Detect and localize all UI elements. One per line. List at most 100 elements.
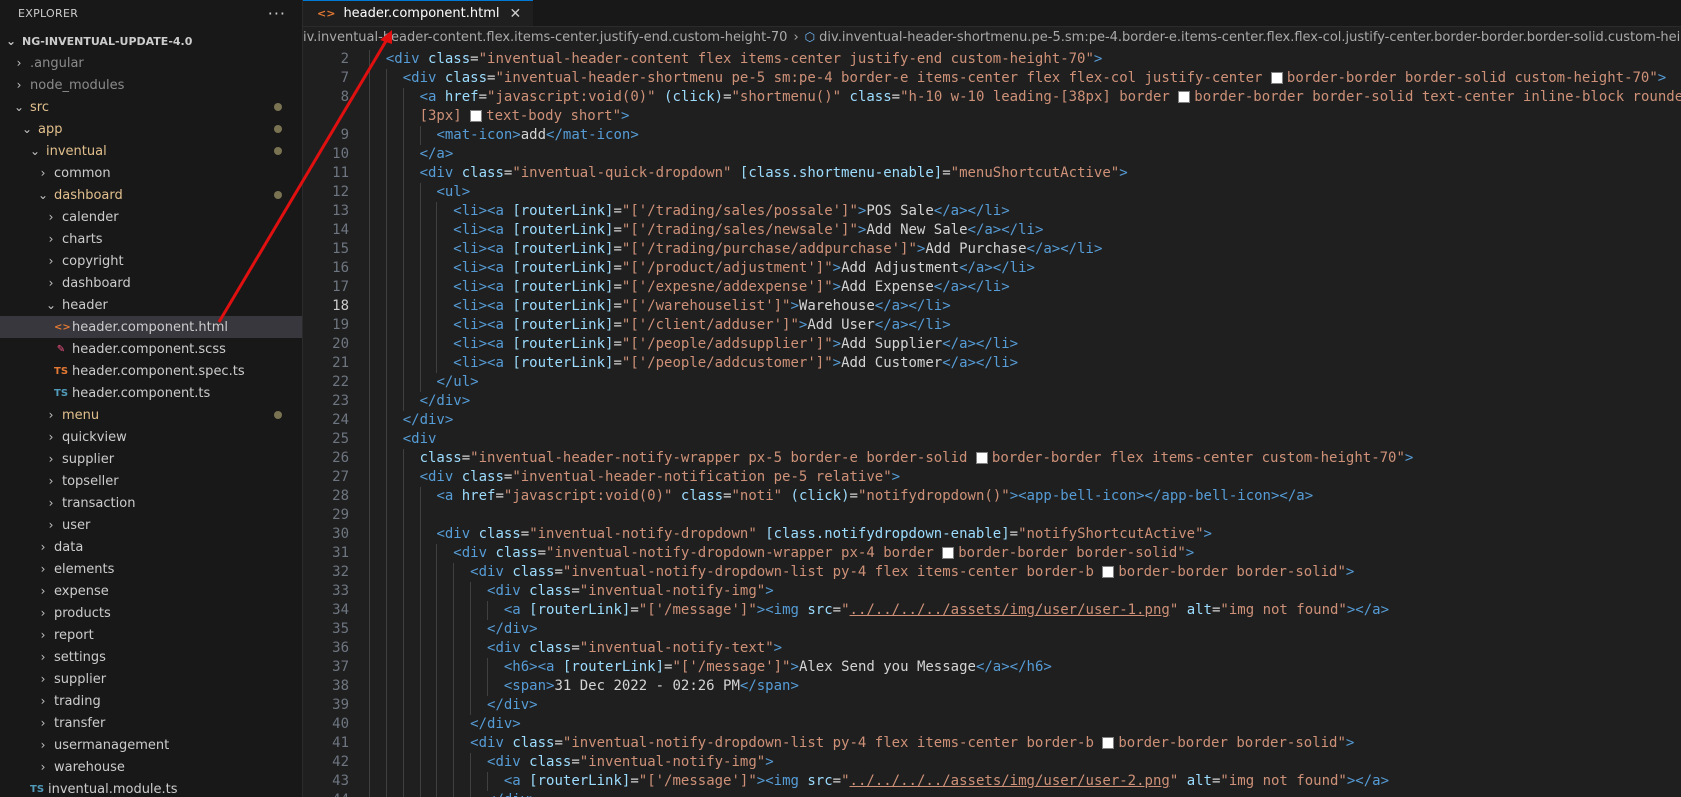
chevron-right-icon[interactable]: ›: [44, 496, 58, 510]
chevron-right-icon[interactable]: ›: [36, 650, 50, 664]
breadcrumb-item[interactable]: div.inventual-header-shortmenu.pe-5.sm:p…: [819, 30, 1681, 45]
chevron-down-icon[interactable]: ⌄: [4, 34, 18, 48]
chevron-right-icon[interactable]: ›: [44, 232, 58, 246]
code-token: >: [765, 754, 774, 770]
tree-folder[interactable]: › calender: [0, 206, 302, 228]
chevron-down-icon[interactable]: ⌄: [20, 122, 34, 136]
chevron-down-icon[interactable]: ⌄: [12, 100, 26, 114]
tree-file[interactable]: TS inventual.module.ts: [0, 778, 302, 797]
code-token: <div: [402, 431, 437, 447]
tree-folder[interactable]: › supplier: [0, 448, 302, 470]
tree-folder[interactable]: ⌄ header: [0, 294, 302, 316]
chevron-down-icon[interactable]: ⌄: [28, 144, 42, 158]
tree-file[interactable]: TS header.component.spec.ts: [0, 360, 302, 382]
chevron-right-icon[interactable]: ›: [36, 628, 50, 642]
tree-folder[interactable]: ⌄ src: [0, 96, 302, 118]
code-token: =: [613, 355, 622, 371]
chevron-right-icon[interactable]: ›: [36, 694, 50, 708]
tree-folder[interactable]: › warehouse: [0, 756, 302, 778]
tree-file[interactable]: ✎ header.component.scss: [0, 338, 302, 360]
tree-folder[interactable]: › dashboard: [0, 272, 302, 294]
code-line: <li><a [routerLink]="['/warehouselist']"…: [369, 297, 951, 316]
tree-folder[interactable]: › elements: [0, 558, 302, 580]
tree-item-label: header: [62, 297, 108, 313]
code-token: src: [807, 773, 833, 789]
tree-item-label: calender: [62, 209, 119, 225]
chevron-right-icon[interactable]: ›: [36, 672, 50, 686]
ellipsis-icon[interactable]: ···: [268, 4, 286, 23]
chevron-right-icon[interactable]: ›: [44, 430, 58, 444]
chevron-right-icon[interactable]: ›: [44, 276, 58, 290]
chevron-right-icon[interactable]: ›: [36, 606, 50, 620]
code-token: border-border border-solid": [1118, 735, 1346, 751]
tree-folder[interactable]: › usermanagement: [0, 734, 302, 756]
tree-folder[interactable]: › topseller: [0, 470, 302, 492]
tree-folder[interactable]: › menu: [0, 404, 302, 426]
chevron-right-icon[interactable]: ›: [36, 166, 50, 180]
tree-folder[interactable]: ⌄ inventual: [0, 140, 302, 162]
chevron-right-icon[interactable]: ›: [44, 518, 58, 532]
tree-file[interactable]: <> header.component.html: [0, 316, 302, 338]
tree-folder[interactable]: › common: [0, 162, 302, 184]
code-token: </a></li>: [942, 355, 1019, 371]
tree-folder[interactable]: › trading: [0, 690, 302, 712]
code-token: =: [554, 564, 563, 580]
code-token: </a></li>: [874, 298, 951, 314]
tree-folder[interactable]: › user: [0, 514, 302, 536]
tree-folder[interactable]: › transfer: [0, 712, 302, 734]
tree-folder[interactable]: › .angular: [0, 52, 302, 74]
chevron-right-icon[interactable]: ›: [44, 254, 58, 268]
tree-folder[interactable]: › supplier: [0, 668, 302, 690]
code-token: Add Expense: [841, 279, 934, 295]
chevron-right-icon[interactable]: ›: [36, 540, 50, 554]
code-token: class: [419, 450, 462, 466]
code-token: [routerLink]: [512, 355, 614, 371]
code-token: </a></li>: [933, 279, 1010, 295]
tree-folder[interactable]: › report: [0, 624, 302, 646]
tree-folder[interactable]: ⌄ NG-INVENTUAL-UPDATE-4.0: [0, 30, 302, 52]
chevron-right-icon[interactable]: ›: [12, 56, 26, 70]
tree-file[interactable]: TS header.component.ts: [0, 382, 302, 404]
tree-folder[interactable]: › copyright: [0, 250, 302, 272]
chevron-right-icon[interactable]: ›: [36, 716, 50, 730]
code-token: =: [832, 773, 842, 789]
chevron-down-icon[interactable]: ⌄: [44, 298, 58, 312]
chevron-right-icon[interactable]: ›: [12, 78, 26, 92]
line-number: 30: [332, 526, 349, 542]
tree-item-label: inventual: [46, 143, 107, 159]
tree-item-label: trading: [54, 693, 101, 709]
chevron-right-icon[interactable]: ›: [36, 738, 50, 752]
tree-folder[interactable]: › expense: [0, 580, 302, 602]
chevron-right-icon[interactable]: ›: [44, 210, 58, 224]
tree-folder[interactable]: › data: [0, 536, 302, 558]
chevron-right-icon[interactable]: ›: [44, 452, 58, 466]
code-token: =: [630, 602, 639, 618]
tree-item-label: supplier: [54, 671, 107, 687]
tree-folder[interactable]: ⌄ dashboard: [0, 184, 302, 206]
code-line: <a href="javascript:void(0)" class="noti…: [369, 487, 1313, 506]
chevron-right-icon[interactable]: ›: [44, 408, 58, 422]
tree-folder[interactable]: ⌄ app: [0, 118, 302, 140]
tree-item-label: transaction: [62, 495, 136, 511]
breadcrumb-item[interactable]: iv.inventual-header-content.flex.items-c…: [303, 30, 787, 45]
chevron-right-icon[interactable]: ›: [36, 562, 50, 576]
chevron-right-icon[interactable]: ›: [36, 584, 50, 598]
tree-folder[interactable]: › settings: [0, 646, 302, 668]
code-token: border-border border-solid text-center i…: [1194, 89, 1681, 105]
tab-header-component-html[interactable]: <> header.component.html ✕: [303, 0, 534, 26]
code-editor[interactable]: 2 <div class="inventual-header-content fl…: [303, 50, 1681, 797]
code-token: ../../../../assets/img/user/user-1.png: [849, 602, 1170, 618]
tree-folder[interactable]: › node_modules: [0, 74, 302, 96]
chevron-right-icon[interactable]: ›: [36, 760, 50, 774]
code-token: "['/trading/purchase/addpurchase']": [621, 241, 917, 257]
tree-folder[interactable]: › products: [0, 602, 302, 624]
tree-folder[interactable]: › quickview: [0, 426, 302, 448]
close-icon[interactable]: ✕: [509, 6, 521, 22]
chevron-right-icon[interactable]: ›: [44, 474, 58, 488]
tree-folder[interactable]: › transaction: [0, 492, 302, 514]
code-token: "['/people/addcustomer']": [621, 355, 833, 371]
tree-item-label: dashboard: [54, 187, 123, 203]
tree-folder[interactable]: › charts: [0, 228, 302, 250]
chevron-down-icon[interactable]: ⌄: [36, 188, 50, 202]
